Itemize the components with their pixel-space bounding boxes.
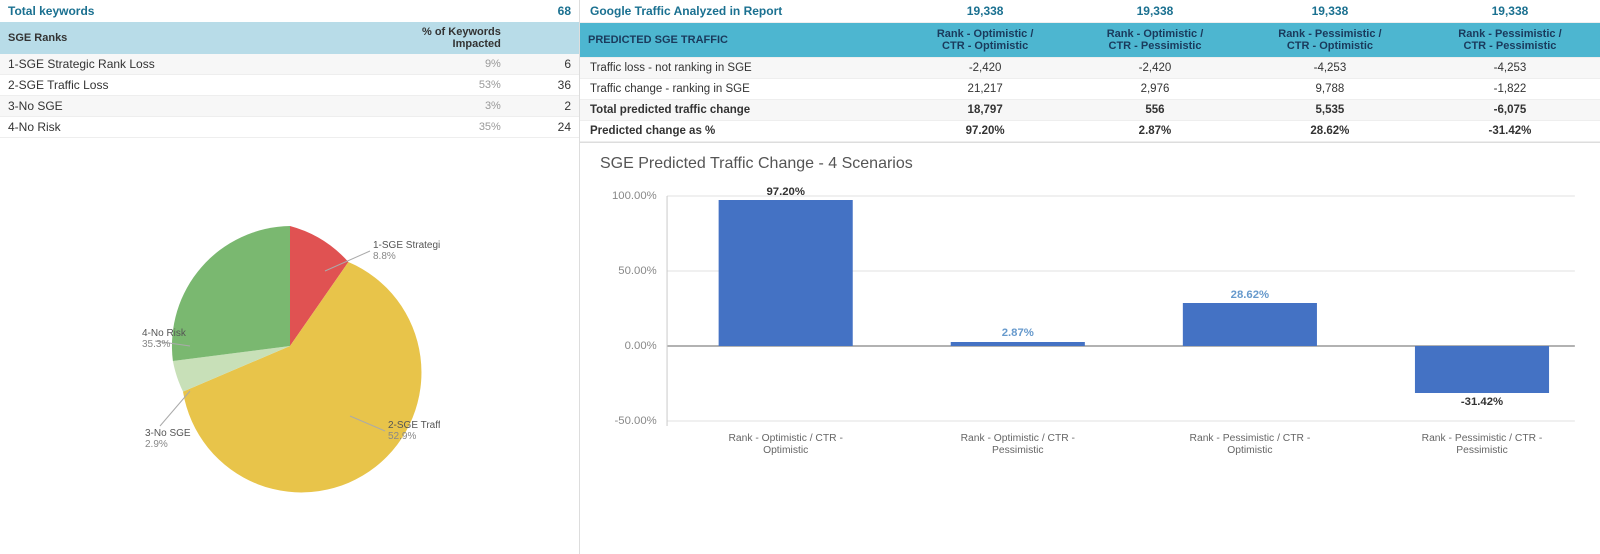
x-label-2: Rank - Optimistic / CTR - — [961, 433, 1075, 444]
left-panel: Total keywords 68 SGE Ranks % of Keyword… — [0, 0, 580, 554]
x-label-4: Rank - Pessimistic / CTR - — [1422, 433, 1543, 444]
pie-chart-container: 1-SGE Strategi... 8.8% 2-SGE Traffic L..… — [0, 138, 579, 554]
row-v4: -1,822 — [1420, 79, 1600, 100]
row-v3: 9,788 — [1240, 79, 1420, 100]
pie-label-4: 4-No Risk — [142, 328, 187, 339]
pie-label-3: 3-No SGE — [145, 428, 191, 439]
total-keywords-row: Total keywords 68 — [0, 0, 579, 22]
row-v2: 556 — [1070, 100, 1240, 121]
header-val-3: 19,338 — [1240, 0, 1420, 23]
pie-pct-3: 2.9% — [145, 439, 168, 450]
rank-label: 1-SGE Strategic Rank Loss — [0, 54, 389, 75]
rank-pct: 35% — [389, 117, 509, 138]
google-traffic-header-row: Google Traffic Analyzed in Report 19,338… — [580, 0, 1600, 23]
bar-chart-container: SGE Predicted Traffic Change - 4 Scenari… — [580, 143, 1600, 554]
row-v1: 18,797 — [900, 100, 1070, 121]
col-pct-header: % of Keywords Impacted — [389, 22, 509, 54]
col-sge-ranks: SGE Ranks — [0, 22, 389, 54]
pie-pct-2: 52.9% — [388, 431, 416, 442]
bar-4 — [1415, 346, 1549, 393]
right-panel: Google Traffic Analyzed in Report 19,338… — [580, 0, 1600, 554]
row-label: Predicted change as % — [580, 121, 900, 142]
col-predicted-sge: PREDICTED SGE TRAFFIC — [580, 23, 900, 58]
row-v4: -6,075 — [1420, 100, 1600, 121]
rank-pct: 9% — [389, 54, 509, 75]
total-keywords-value: 68 — [509, 0, 579, 22]
rank-num: 6 — [509, 54, 579, 75]
y-label-neg50: -50.00% — [615, 415, 657, 427]
row-label: Total predicted traffic change — [580, 100, 900, 121]
row-v2: -2,420 — [1070, 58, 1240, 79]
sge-ranks-header: SGE Ranks % of Keywords Impacted — [0, 22, 579, 54]
rank-label: 4-No Risk — [0, 117, 389, 138]
header-val-2: 19,338 — [1070, 0, 1240, 23]
y-label-100: 100.00% — [612, 190, 657, 202]
pie-label-1: 1-SGE Strategi... — [373, 240, 440, 251]
pie-label-2: 2-SGE Traffic L... — [388, 420, 440, 431]
bar-label-1: 97.20% — [766, 186, 805, 198]
chart-title: SGE Predicted Traffic Change - 4 Scenari… — [600, 155, 1580, 173]
rank-pct: 3% — [389, 96, 509, 117]
table-row: Traffic change - ranking in SGE 21,217 2… — [580, 79, 1600, 100]
y-label-0: 0.00% — [625, 340, 657, 352]
row-v1: 21,217 — [900, 79, 1070, 100]
table-row: 4-No Risk 35% 24 — [0, 117, 579, 138]
bar-1 — [719, 200, 853, 346]
rank-label: 3-No SGE — [0, 96, 389, 117]
table-row: Predicted change as % 97.20% 2.87% 28.62… — [580, 121, 1600, 142]
table-row: 2-SGE Traffic Loss 53% 36 — [0, 75, 579, 96]
col-rank-opt-ctr-pes: Rank - Optimistic /CTR - Pessimistic — [1070, 23, 1240, 58]
row-v4: -31.42% — [1420, 121, 1600, 142]
row-v1: -2,420 — [900, 58, 1070, 79]
bar-2 — [951, 342, 1085, 346]
left-summary-table: Total keywords 68 SGE Ranks % of Keyword… — [0, 0, 579, 138]
rank-num: 36 — [509, 75, 579, 96]
header-val-1: 19,338 — [900, 0, 1070, 23]
rank-num: 2 — [509, 96, 579, 117]
bar-chart-svg: 100.00% 50.00% 0.00% -50.00% 97.20% 2.87… — [600, 181, 1580, 471]
right-top-table-wrapper: Google Traffic Analyzed in Report 19,338… — [580, 0, 1600, 143]
rank-label: 2-SGE Traffic Loss — [0, 75, 389, 96]
table-row: Total predicted traffic change 18,797 55… — [580, 100, 1600, 121]
row-v2: 2.87% — [1070, 121, 1240, 142]
pie-pct-4: 35.3% — [142, 339, 170, 350]
row-v2: 2,976 — [1070, 79, 1240, 100]
x-label-4b: Pessimistic — [1456, 445, 1508, 456]
col-header-row: PREDICTED SGE TRAFFIC Rank - Optimistic … — [580, 23, 1600, 58]
col-rank-pes-ctr-pes: Rank - Pessimistic /CTR - Pessimistic — [1420, 23, 1600, 58]
table-row: Traffic loss - not ranking in SGE -2,420… — [580, 58, 1600, 79]
row-v3: 5,535 — [1240, 100, 1420, 121]
row-v1: 97.20% — [900, 121, 1070, 142]
right-summary-table: Google Traffic Analyzed in Report 19,338… — [580, 0, 1600, 142]
row-label: Traffic change - ranking in SGE — [580, 79, 900, 100]
row-label: Traffic loss - not ranking in SGE — [580, 58, 900, 79]
row-v3: 28.62% — [1240, 121, 1420, 142]
table-row: 3-No SGE 3% 2 — [0, 96, 579, 117]
x-label-2b: Pessimistic — [992, 445, 1044, 456]
bar-3 — [1183, 303, 1317, 346]
pie-label-line-3 — [160, 391, 190, 426]
bar-label-3: 28.62% — [1231, 289, 1270, 301]
x-label-3: Rank - Pessimistic / CTR - — [1190, 433, 1311, 444]
row-v3: -4,253 — [1240, 58, 1420, 79]
rank-pct: 53% — [389, 75, 509, 96]
pie-chart: 1-SGE Strategi... 8.8% 2-SGE Traffic L..… — [140, 196, 440, 496]
bar-label-2: 2.87% — [1002, 327, 1034, 339]
pie-pct-1: 8.8% — [373, 251, 396, 262]
bar-label-4: -31.42% — [1461, 396, 1503, 408]
total-keywords-label: Total keywords — [0, 0, 389, 22]
row-v4: -4,253 — [1420, 58, 1600, 79]
rank-num: 24 — [509, 117, 579, 138]
x-label-1b: Optimistic — [763, 445, 808, 456]
header-val-4: 19,338 — [1420, 0, 1600, 23]
col-rank-opt-ctr-opt: Rank - Optimistic /CTR - Optimistic — [900, 23, 1070, 58]
google-traffic-label: Google Traffic Analyzed in Report — [580, 0, 900, 23]
y-label-50: 50.00% — [618, 265, 657, 277]
x-label-3b: Optimistic — [1227, 445, 1272, 456]
pie-slice-4 — [171, 226, 289, 361]
x-label-1: Rank - Optimistic / CTR - — [728, 433, 842, 444]
table-row: 1-SGE Strategic Rank Loss 9% 6 — [0, 54, 579, 75]
col-rank-pes-ctr-opt: Rank - Pessimistic /CTR - Optimistic — [1240, 23, 1420, 58]
